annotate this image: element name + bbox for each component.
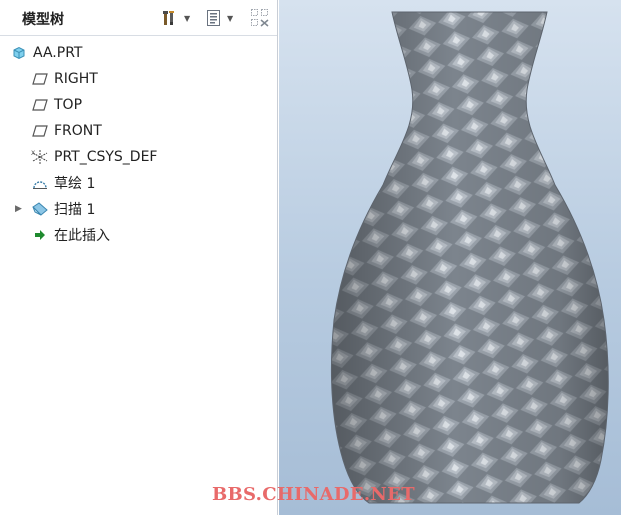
settings-tool-button[interactable]: ▼ <box>162 8 190 28</box>
settings-tool-icon <box>163 11 174 25</box>
tree-item-front-plane[interactable]: FRONT <box>0 118 277 144</box>
coordinate-system-icon: X <box>31 148 49 166</box>
filter-tree-icon <box>251 9 269 27</box>
model-tree-panel: 模型树 ▼ ▼ AA.PRT RIGHT TOP FRONT X PRT_CSY… <box>0 0 278 515</box>
show-list-icon <box>207 10 220 26</box>
tree-item-csys[interactable]: X PRT_CSYS_DEF <box>0 144 277 170</box>
sweep-icon <box>31 200 49 218</box>
vase-model <box>330 11 609 504</box>
chevron-down-icon: ▼ <box>227 13 234 23</box>
tree-item-label: TOP <box>54 97 83 113</box>
datum-plane-icon <box>31 96 49 114</box>
graphics-viewport[interactable] <box>279 0 621 515</box>
tree-item-right-plane[interactable]: RIGHT <box>0 66 277 92</box>
tree-item-insert-here[interactable]: 在此插入 <box>0 222 277 248</box>
tree-item-label: 在此插入 <box>54 228 110 244</box>
tree-item-sweep[interactable]: ▶ 扫描 1 <box>0 196 277 222</box>
model-tree-header: 模型树 ▼ ▼ <box>0 0 277 36</box>
tree-item-label: PRT_CSYS_DEF <box>54 149 158 165</box>
tree-item-label: AA.PRT <box>33 45 83 61</box>
sketch-icon <box>31 174 49 192</box>
chevron-down-icon: ▼ <box>184 13 191 23</box>
insert-here-arrow-icon <box>31 226 49 244</box>
watermark-text: BBS.CHINADE.NET <box>212 484 415 505</box>
show-list-button[interactable]: ▼ <box>205 8 233 28</box>
tree-item-part[interactable]: AA.PRT <box>0 40 277 66</box>
datum-plane-icon <box>31 122 49 140</box>
expand-arrow-icon[interactable]: ▶ <box>15 204 25 214</box>
datum-plane-icon <box>31 70 49 88</box>
tree-item-label: 草绘 1 <box>54 176 96 192</box>
svg-text:X: X <box>31 150 35 157</box>
tree-item-sketch[interactable]: 草绘 1 <box>0 170 277 196</box>
filter-tree-button[interactable] <box>250 8 270 28</box>
tree-item-label: FRONT <box>54 123 102 139</box>
tree-item-top-plane[interactable]: TOP <box>0 92 277 118</box>
panel-title: 模型树 <box>22 12 64 28</box>
tree-item-label: RIGHT <box>54 71 98 87</box>
tree-item-label: 扫描 1 <box>54 202 96 218</box>
part-icon <box>10 44 28 62</box>
